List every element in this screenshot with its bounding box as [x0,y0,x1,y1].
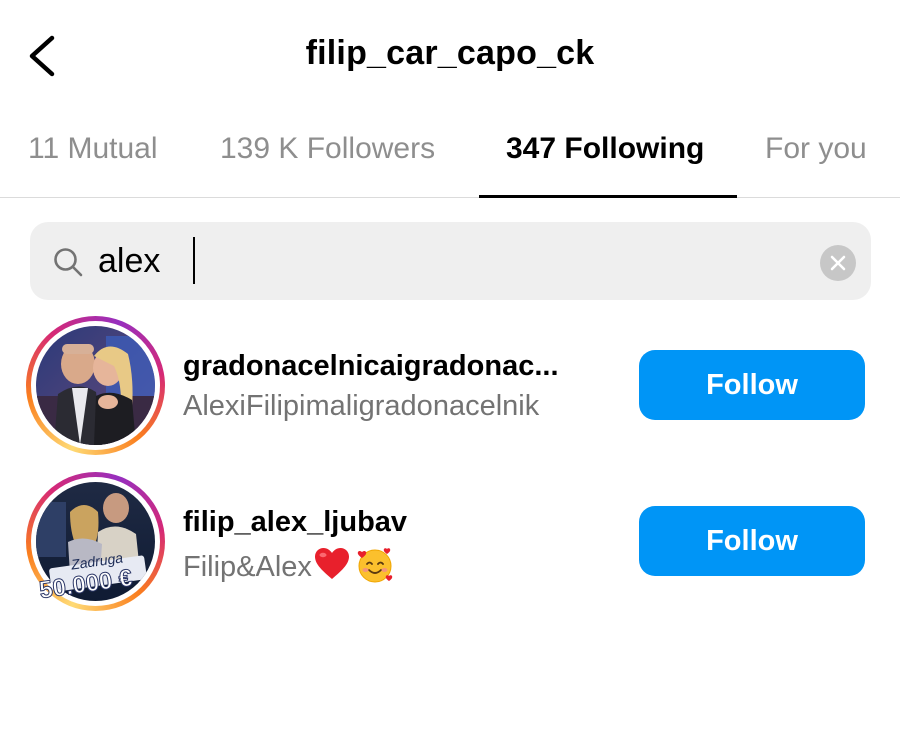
full-name: AlexiFilipimaligradonacelnik [183,390,540,422]
tab-for-you[interactable]: For you [765,132,867,166]
list-item[interactable]: gradonacelnicaigradonac... AlexiFilipima… [0,316,900,456]
avatar-image [36,326,155,445]
clear-search-button[interactable] [820,245,856,281]
full-name: Filip&Alex [183,551,312,583]
full-name-line: Filip&Alex [183,546,394,584]
story-ring[interactable] [26,316,165,455]
page-title: filip_car_capo_ck [305,34,595,72]
tab-following[interactable]: 347 Following [506,132,704,166]
username[interactable]: filip_alex_ljubav [183,506,407,539]
follow-button[interactable]: Follow [639,350,865,420]
search-input[interactable] [98,236,798,286]
list-item[interactable]: Zadruga 50.000 € filip_alex_ljubav Filip… [0,472,900,612]
avatar [36,326,155,445]
search-icon [54,248,83,277]
top-bar: filip_car_capo_ck [0,0,900,110]
follow-button[interactable]: Follow [639,506,865,576]
clear-icon [830,255,846,271]
red-heart-icon [314,548,349,579]
story-ring[interactable]: Zadruga 50.000 € [26,472,165,611]
avatar-frame [31,321,160,450]
avatar-frame: Zadruga 50.000 € [31,477,160,606]
active-tab-indicator [479,195,737,198]
tab-bar: 11 Mutual 139 K Followers 347 Following … [0,110,900,198]
smiling-face-with-hearts-icon [357,548,393,583]
text-cursor [193,237,195,284]
username[interactable]: gradonacelnicaigradonac... [183,350,559,383]
tab-followers[interactable]: 139 K Followers [220,132,435,166]
search-bar [30,222,871,300]
tab-mutual[interactable]: 11 Mutual [28,132,158,166]
